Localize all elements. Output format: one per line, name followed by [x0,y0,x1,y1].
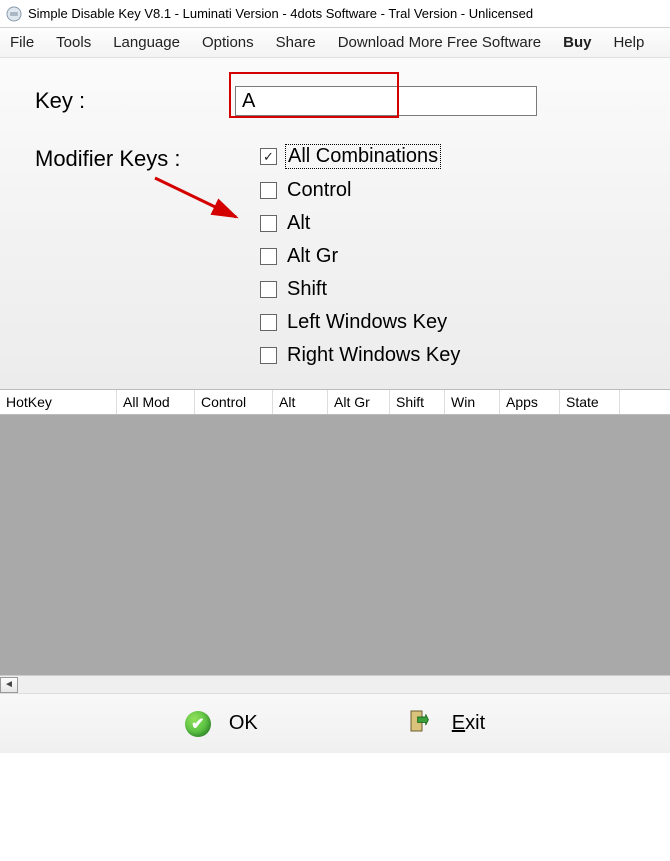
checkbox-label: Shift [285,278,329,301]
menu-item-buy[interactable]: Buy [563,34,591,51]
menu-item-help[interactable]: Help [613,34,644,51]
menu-item-share[interactable]: Share [276,34,316,51]
ok-button-label: OK [229,712,258,735]
titlebar: Simple Disable Key V8.1 - Luminati Versi… [0,0,670,28]
checkbox-label: Left Windows Key [285,311,449,334]
checkbox-icon[interactable] [260,314,277,331]
scroll-left-button[interactable]: ◄ [0,677,18,693]
modifier-check-alt-gr[interactable]: Alt Gr [260,245,462,268]
modifier-check-left-windows-key[interactable]: Left Windows Key [260,311,462,334]
checkbox-icon[interactable] [260,148,277,165]
column-header-shift[interactable]: Shift [390,390,445,414]
checkbox-icon[interactable] [260,347,277,364]
checkbox-label: Right Windows Key [285,344,462,367]
menu-item-tools[interactable]: Tools [56,34,91,51]
menu-item-options[interactable]: Options [202,34,254,51]
checkbox-icon[interactable] [260,248,277,265]
key-label: Key : [35,88,235,114]
column-header-alt-gr[interactable]: Alt Gr [328,390,390,414]
exit-button[interactable]: Exit [388,702,505,746]
modifier-check-right-windows-key[interactable]: Right Windows Key [260,344,462,367]
grid-body[interactable] [0,415,670,675]
checkbox-icon[interactable] [260,281,277,298]
menu-item-file[interactable]: File [10,34,34,51]
horizontal-scrollbar[interactable]: ◄ [0,675,670,693]
column-header-apps[interactable]: Apps [500,390,560,414]
modifier-check-control[interactable]: Control [260,179,462,202]
window-title: Simple Disable Key V8.1 - Luminati Versi… [28,6,533,21]
checkbox-icon[interactable] [260,182,277,199]
ok-check-icon: ✔ [185,711,211,737]
exit-door-icon [408,708,434,740]
checkbox-label: Alt [285,212,312,235]
modifier-check-all-combinations[interactable]: All Combinations [260,144,462,169]
modifier-checklist: All Combinations Control Alt Alt Gr Shift Lef… [260,144,462,367]
checkbox-label: All Combinations [285,144,441,169]
menubar: File Tools Language Options Share Download Mo… [0,28,670,58]
checkbox-icon[interactable] [260,215,277,232]
menu-item-language[interactable]: Language [113,34,180,51]
exit-button-label: Exit [452,712,485,735]
column-header-hotkey[interactable]: HotKey [0,390,117,414]
app-icon [6,6,22,22]
column-header-state[interactable]: State [560,390,620,414]
grid-header: HotKeyAll ModControlAltAlt GrShiftWinApp… [0,389,670,415]
footer-toolbar: ✔ OK Exit [0,693,670,753]
checkbox-label: Control [285,179,353,202]
column-header-alt[interactable]: Alt [273,390,328,414]
checkbox-label: Alt Gr [285,245,340,268]
modifier-check-shift[interactable]: Shift [260,278,462,301]
menu-item-download-more-free-software[interactable]: Download More Free Software [338,34,541,51]
modifier-label: Modifier Keys : [35,144,260,172]
key-input[interactable] [235,86,537,116]
modifier-check-alt[interactable]: Alt [260,212,462,235]
column-header-control[interactable]: Control [195,390,273,414]
ok-button[interactable]: ✔ OK [165,705,278,743]
column-header-all-mod[interactable]: All Mod [117,390,195,414]
column-header-win[interactable]: Win [445,390,500,414]
form-area: Key : Modifier Keys : All Combinations Co… [0,58,670,389]
